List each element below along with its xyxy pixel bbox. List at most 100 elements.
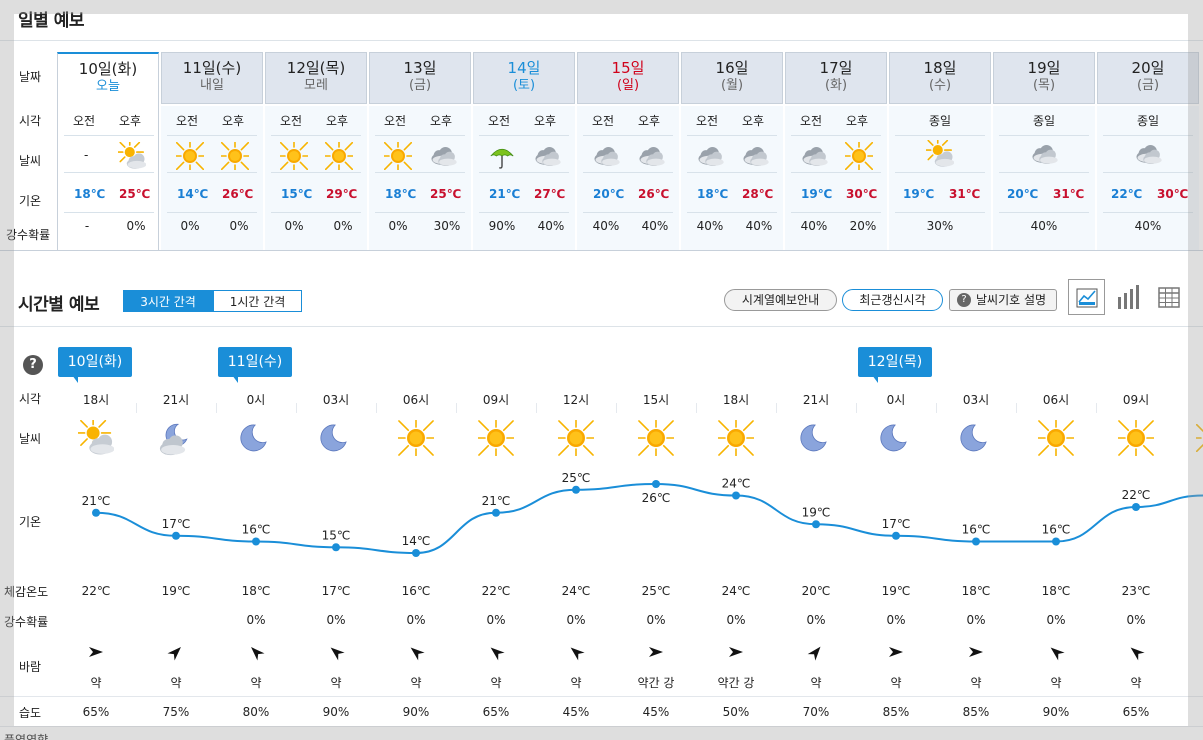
hour-humidity: 85% bbox=[882, 705, 910, 719]
day-date: 19일 bbox=[1027, 59, 1061, 77]
day-column[interactable]: 16일 (월) 오전 오후 18℃ 28℃ 40% 40% bbox=[681, 50, 783, 250]
am-weather-icon bbox=[170, 136, 210, 176]
partly-cloudy-icon bbox=[115, 137, 147, 169]
high-temp: 26℃ bbox=[638, 187, 670, 201]
pm-precip: 0% bbox=[229, 219, 249, 233]
frame-top bbox=[14, 0, 1188, 14]
hour-feels-like: 16℃ bbox=[401, 584, 431, 598]
day-header[interactable]: 12일(목) 모레 bbox=[265, 52, 367, 104]
hour-weather-icon bbox=[75, 414, 115, 460]
weather-icon bbox=[923, 135, 955, 172]
high-temp: 30℃ bbox=[846, 187, 878, 201]
low-temp: 15℃ bbox=[281, 187, 313, 201]
day-body: 종일 20℃ 31℃ 40% bbox=[993, 106, 1095, 250]
hour-weather-icon bbox=[391, 413, 441, 463]
high-temp: 26℃ bbox=[222, 187, 254, 201]
hour-feels-like: 22℃ bbox=[481, 584, 511, 598]
am-label: 오전 bbox=[488, 114, 511, 128]
low-temp: 20℃ bbox=[1007, 187, 1039, 201]
divider bbox=[0, 40, 1203, 41]
temperature-label: 25℃ bbox=[562, 471, 591, 485]
temperature-label: 19℃ bbox=[802, 505, 831, 519]
low-temp: 18℃ bbox=[74, 187, 106, 201]
tab-3hour[interactable]: 3시간 간격 bbox=[123, 290, 213, 312]
day-date: 14일 bbox=[507, 59, 541, 77]
day-column[interactable]: 17일 (화) 오전 오후 19℃ 30℃ 40% 20% bbox=[785, 50, 887, 250]
day-column[interactable]: 11일(수) 내일 오전 오후 14℃ 26℃ 0% 0% bbox=[161, 50, 263, 250]
table-view-button[interactable] bbox=[1156, 285, 1182, 311]
day-column[interactable]: 15일 (일) 오전 오후 20℃ 26℃ 40% 40% bbox=[577, 50, 679, 250]
day-sub: (금) bbox=[408, 78, 432, 93]
am-label: 오전 bbox=[592, 114, 615, 128]
weather-symbol-guide-button[interactable]: ? 날씨기호 설명 bbox=[949, 289, 1057, 311]
hour-precip: 0% bbox=[566, 613, 586, 627]
wind-direction-arrow bbox=[729, 647, 743, 657]
day-body: 오전 오후 14℃ 26℃ 0% 0% bbox=[161, 106, 263, 250]
low-temp: 20℃ bbox=[593, 187, 625, 201]
day-column[interactable]: 10일(화) 오늘 오전 오후 - 18℃ 25℃ - 0% bbox=[57, 50, 159, 250]
day-header[interactable]: 20일 (금) bbox=[1097, 52, 1199, 104]
pm-precip: 20% bbox=[849, 219, 877, 233]
hour-time: 0시 bbox=[886, 393, 906, 407]
am-label: 오전 bbox=[696, 114, 719, 128]
timeseries-guide-button[interactable]: 시계열예보안내 bbox=[724, 289, 837, 311]
pm-label: 오후 bbox=[326, 114, 349, 128]
row-divider bbox=[583, 212, 673, 213]
day-header[interactable]: 19일 (목) bbox=[993, 52, 1095, 104]
hour-wind-strength: 약 bbox=[810, 676, 822, 690]
bar-chart-view-button[interactable] bbox=[1115, 283, 1141, 311]
hour-precip: 0% bbox=[486, 613, 506, 627]
cloudy-icon bbox=[802, 146, 828, 167]
day-header[interactable]: 10일(화) 오늘 bbox=[57, 52, 159, 106]
day-column[interactable]: 18일 (수) 종일 19℃ 31℃ 30% bbox=[889, 50, 991, 250]
day-header[interactable]: 17일 (화) bbox=[785, 52, 887, 104]
tab-1hour[interactable]: 1시간 간격 bbox=[213, 290, 302, 312]
day-header[interactable]: 11일(수) 내일 bbox=[161, 52, 263, 104]
sun-icon bbox=[1111, 413, 1161, 463]
row-divider bbox=[64, 212, 154, 213]
am-precip: 0% bbox=[180, 219, 200, 233]
day-column[interactable]: 13일 (금) 오전 오후 18℃ 25℃ 0% 30% bbox=[369, 50, 471, 250]
day-column[interactable]: 20일 (금) 종일 22℃ 30℃ 40% bbox=[1097, 50, 1199, 250]
am-weather-icon bbox=[696, 142, 724, 174]
hour-weather-icon bbox=[238, 420, 274, 460]
hour-feels-like: 25℃ bbox=[641, 584, 671, 598]
graph-view-button[interactable] bbox=[1068, 279, 1105, 315]
high-temp: 27℃ bbox=[534, 187, 566, 201]
hour-feels-like: 20℃ bbox=[801, 584, 831, 598]
temperature-label: 22℃ bbox=[1122, 488, 1151, 502]
partly-cloudy-icon bbox=[75, 414, 115, 455]
hour-humidity: 45% bbox=[562, 705, 590, 719]
day-column[interactable]: 19일 (목) 종일 20℃ 31℃ 40% bbox=[993, 50, 1095, 250]
row-divider bbox=[167, 135, 257, 136]
frame-bottom bbox=[14, 726, 1188, 740]
pm-precip: 0% bbox=[333, 219, 353, 233]
sun-icon bbox=[471, 413, 521, 463]
day-header[interactable]: 14일 (토) bbox=[473, 52, 575, 104]
help-icon[interactable]: ? bbox=[23, 355, 43, 375]
day-header[interactable]: 18일 (수) bbox=[889, 52, 991, 104]
low-temp: 19℃ bbox=[801, 187, 833, 201]
row-divider bbox=[895, 172, 985, 173]
hour-wind-strength: 약 bbox=[170, 676, 182, 690]
temperature-label: 15℃ bbox=[322, 528, 351, 542]
hour-wind-strength: 약 bbox=[250, 676, 262, 690]
hour-time: 06시 bbox=[1042, 393, 1070, 407]
temperature-label: 16℃ bbox=[962, 523, 991, 537]
sun-icon bbox=[170, 136, 210, 176]
hour-feels-like: 24℃ bbox=[561, 584, 591, 598]
temperature-point bbox=[812, 520, 820, 529]
wind-direction-arrow bbox=[649, 647, 663, 657]
day-header[interactable]: 15일 (일) bbox=[577, 52, 679, 104]
wind-arrow-icon bbox=[647, 643, 665, 661]
temperature-label: 21℃ bbox=[82, 494, 111, 508]
last-updated-button[interactable]: 최근갱신시각 bbox=[842, 289, 943, 311]
precip-allday: 40% bbox=[1134, 219, 1162, 233]
hour-time: 03시 bbox=[962, 393, 990, 407]
day-header[interactable]: 13일 (금) bbox=[369, 52, 471, 104]
day-column[interactable]: 14일 (토) 오전 오후 21℃ 27℃ 90% 40% bbox=[473, 50, 575, 250]
day-column[interactable]: 12일(목) 모레 오전 오후 15℃ 29℃ 0% 0% bbox=[265, 50, 367, 250]
day-date: 18일 bbox=[923, 59, 957, 77]
day-header[interactable]: 16일 (월) bbox=[681, 52, 783, 104]
hour-humidity: 75% bbox=[162, 705, 190, 719]
